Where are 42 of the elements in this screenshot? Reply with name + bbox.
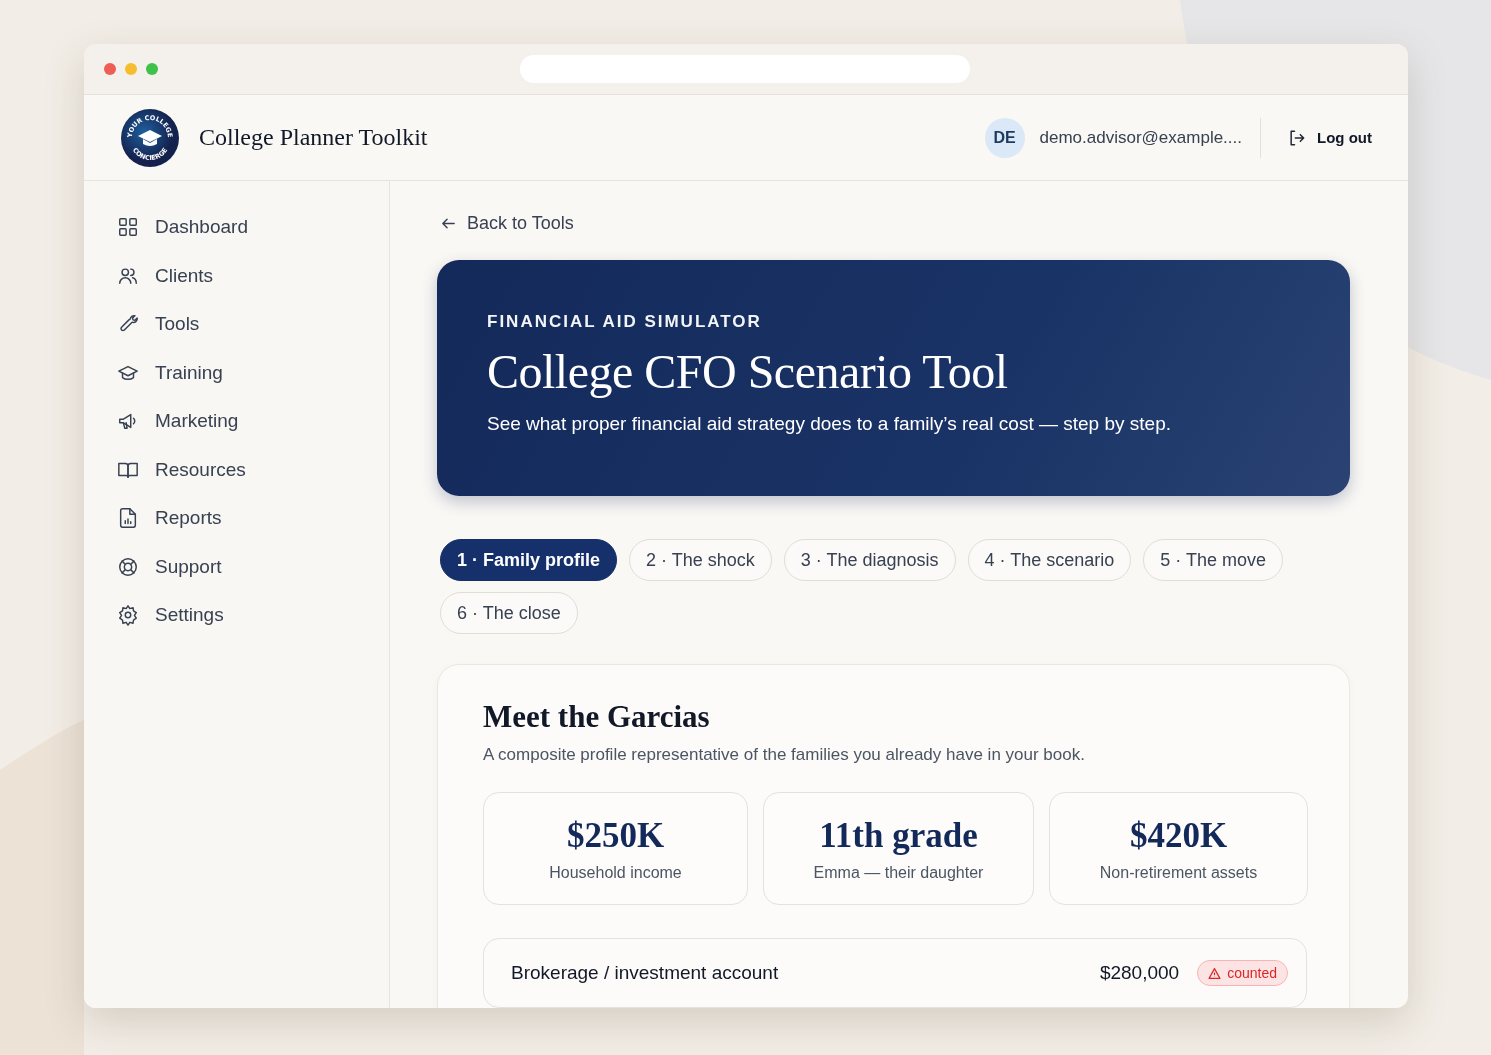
status-badge: counted <box>1197 960 1288 986</box>
warning-icon <box>1208 966 1222 980</box>
stat-value: $420K <box>1129 815 1228 856</box>
sidebar-item[interactable]: Tools <box>117 300 200 349</box>
settings-icon <box>117 604 139 627</box>
close-dot[interactable] <box>104 63 116 75</box>
stat-value: $250K <box>566 815 665 856</box>
hero-eyebrow: FINANCIAL AID SIMULATOR <box>487 312 763 332</box>
grid-icon <box>117 216 139 239</box>
logout-button[interactable]: Log out <box>1287 127 1372 148</box>
step-tab[interactable]: 3 · The diagnosis <box>783 539 956 581</box>
step-tab[interactable]: 4 · The scenario <box>967 539 1132 581</box>
sidebar-item[interactable]: Reports <box>117 494 222 543</box>
stat-label: Emma — their daughter <box>813 863 984 882</box>
hero-title: College CFO Scenario Tool <box>487 346 1009 399</box>
step-tab[interactable]: 5 · The move <box>1143 539 1283 581</box>
step-tab[interactable]: 6 · The close <box>440 592 578 634</box>
avatar: DE <box>984 117 1025 158</box>
lifebuoy-icon <box>117 555 139 578</box>
asset-amount: $280,000 <box>1099 962 1180 984</box>
stat-label: Non-retirement assets <box>1099 863 1258 882</box>
sidebar-item[interactable]: Support <box>117 542 222 591</box>
maximize-dot[interactable] <box>146 63 158 75</box>
report-file-icon <box>117 507 139 530</box>
sidebar-item[interactable]: Dashboard <box>117 203 248 252</box>
profile-title: Meet the Garcias <box>483 699 711 735</box>
app-title: College Planner Toolkit <box>199 124 428 151</box>
back-link[interactable]: Back to Tools <box>440 213 574 234</box>
sidebar-item[interactable]: Clients <box>117 251 214 300</box>
user-email: demo.advisor@example.... <box>1039 127 1242 148</box>
stat-label: Household income <box>549 863 682 882</box>
asset-name: Brokerage / investment account <box>511 962 780 984</box>
hero-subtitle: See what proper financial aid strategy does to a family’s real cost — step by step. <box>487 412 1172 435</box>
stat-value: 11th grade <box>819 815 978 856</box>
profile-description: A composite profile representative of the families you already have in your book. <box>483 745 1086 765</box>
step-tab[interactable]: 1 · Family profile <box>440 539 618 581</box>
sidebar-item[interactable]: Resources <box>117 445 246 494</box>
step-tab[interactable]: 2 · The shock <box>629 539 772 581</box>
minimize-dot[interactable] <box>125 63 137 75</box>
sidebar-item[interactable]: Settings <box>117 591 224 640</box>
sidebar-item[interactable]: Training <box>117 348 223 397</box>
sidebar-item[interactable]: Marketing <box>117 397 239 446</box>
